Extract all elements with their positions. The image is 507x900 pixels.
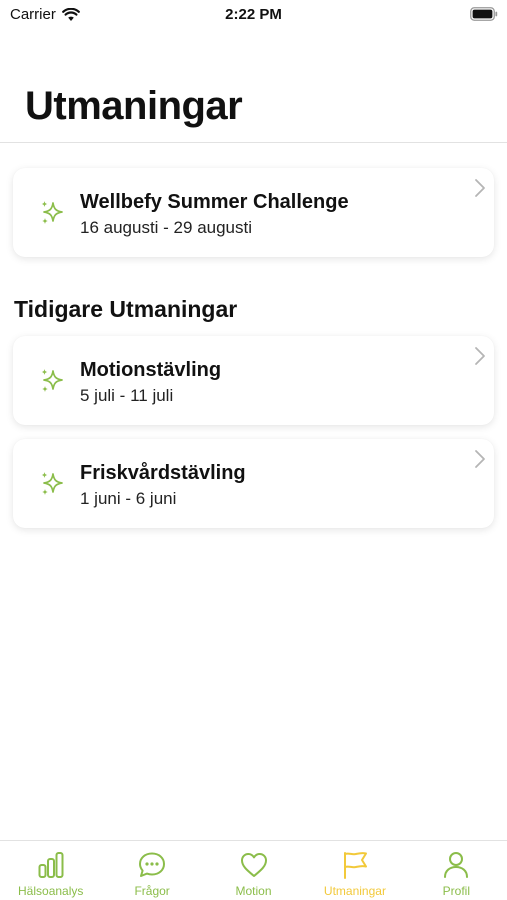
- previous-challenge-card[interactable]: Friskvårdstävling 1 juni - 6 juni: [13, 439, 494, 528]
- tab-label: Profil: [442, 884, 470, 898]
- chevron-right-icon: [475, 179, 485, 197]
- challenge-date: 1 juni - 6 juni: [80, 489, 177, 508]
- status-time: 2:22 PM: [225, 6, 282, 23]
- sparkles-icon: [41, 472, 63, 495]
- sparkles-icon: [41, 201, 63, 224]
- status-bar: Carrier 2:22 PM: [0, 0, 507, 30]
- person-icon: [444, 852, 469, 878]
- tab-label: Motion: [235, 884, 272, 898]
- challenge-title: Friskvårdstävling: [80, 462, 246, 484]
- page-title: Utmaningar: [25, 84, 243, 128]
- tab-profil[interactable]: Profil: [406, 841, 507, 900]
- tab-fragor[interactable]: Frågor: [101, 841, 202, 900]
- tab-utmaningar[interactable]: Utmaningar: [304, 841, 405, 900]
- tab-label: Hälsoanalys: [18, 884, 84, 898]
- tab-bar: Hälsoanalys Frågor Motion Utmaningar Pro…: [0, 840, 507, 900]
- section-heading: Tidigare Utmaningar: [14, 296, 238, 322]
- challenge-title: Wellbefy Summer Challenge: [80, 191, 349, 213]
- current-challenge-card[interactable]: Wellbefy Summer Challenge 16 augusti - 2…: [13, 168, 494, 257]
- bar-chart-icon: [38, 852, 64, 878]
- battery-icon: [470, 7, 498, 21]
- challenge-date: 5 juli - 11 juli: [80, 386, 174, 405]
- heart-icon: [240, 853, 267, 877]
- chevron-right-icon: [475, 450, 485, 468]
- challenge-title: Motionstävling: [80, 359, 222, 381]
- tab-motion[interactable]: Motion: [203, 841, 304, 900]
- tab-halsoanalys[interactable]: Hälsoanalys: [0, 841, 101, 900]
- chevron-right-icon: [475, 347, 485, 365]
- chat-bubble-icon: [139, 852, 166, 877]
- sparkles-icon: [41, 369, 63, 392]
- tab-label: Frågor: [134, 884, 170, 898]
- previous-challenge-card[interactable]: Motionstävling 5 juli - 11 juli: [13, 336, 494, 425]
- challenge-date: 16 augusti - 29 augusti: [80, 218, 253, 237]
- title-divider: [0, 142, 507, 143]
- flag-icon: [343, 852, 367, 879]
- tab-label: Utmaningar: [323, 884, 386, 898]
